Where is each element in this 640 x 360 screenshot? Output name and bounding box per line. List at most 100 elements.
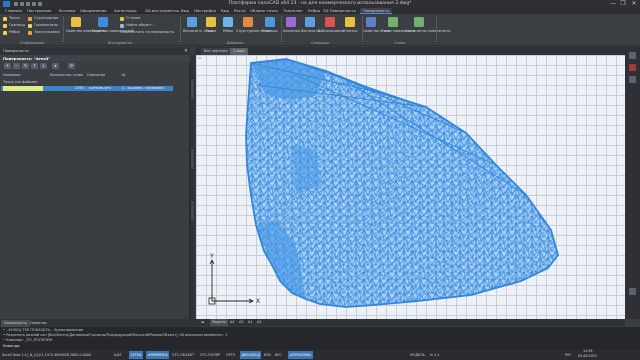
- ribbon-verticals[interactable]: Вертикали: [301, 29, 320, 33]
- side-tab-surface[interactable]: [190, 148, 195, 170]
- col-name[interactable]: Название: [3, 73, 21, 78]
- group-separator: [63, 16, 64, 42]
- marks-icon[interactable]: [345, 17, 355, 27]
- drawing-viewport[interactable]: Y X: [196, 55, 625, 319]
- ribbon-move-to-surface[interactable]: Переместить на поверхность: [120, 30, 174, 35]
- surface-properties-icon[interactable]: [71, 17, 81, 27]
- surface-styles-icon[interactable]: [388, 17, 398, 27]
- pan-icon[interactable]: [629, 76, 636, 83]
- tab-a1[interactable]: A1: [246, 319, 254, 326]
- ribbon-point-info[interactable]: О точке: [126, 16, 140, 21]
- ribbon-add-borders[interactable]: Границы: [261, 29, 279, 33]
- verticals-icon[interactable]: [305, 17, 315, 27]
- ribbon-lock[interactable]: Заблокировать: [318, 29, 344, 33]
- clock-date: 05.06.2023: [578, 354, 597, 358]
- ribbon-structural[interactable]: Структурные: [34, 16, 58, 21]
- group-separator: [436, 16, 437, 42]
- toggle-polar[interactable]: ОТС-ПОЛЯР: [200, 351, 220, 359]
- side-tab-properties[interactable]: [190, 78, 195, 100]
- toggle-dyn[interactable]: ДИН-ВВОД: [240, 351, 262, 359]
- ribbon-marks[interactable]: Отметки: [341, 29, 359, 33]
- space-indicator[interactable]: МОДЕЛЬ: [410, 351, 425, 359]
- ribbon-borders[interactable]: Границы: [9, 23, 25, 28]
- panel-close-icon[interactable]: ×: [182, 47, 190, 55]
- ribbon-isolines[interactable]: Изолинии: [283, 29, 300, 33]
- group-label-operations: Операции: [311, 41, 329, 45]
- up-icon[interactable]: ↑: [31, 63, 38, 69]
- row-count: 2395: [75, 86, 84, 90]
- filter-icon[interactable]: ▾: [52, 63, 59, 69]
- tab-drawing-2[interactable]: 2.dwg*: [230, 48, 249, 55]
- ribbon-label-styles[interactable]: Стили меток поверхности: [405, 29, 450, 33]
- ribbon-contours[interactable]: Горизонтали: [34, 23, 58, 28]
- maximize-button[interactable]: ❐: [618, 0, 628, 8]
- remove-icon[interactable]: −: [13, 63, 20, 69]
- surface-editor-icon[interactable]: [98, 17, 108, 27]
- tab-a4[interactable]: A4: [228, 319, 236, 326]
- mesh-surface: [246, 59, 558, 307]
- lock-icon[interactable]: [325, 17, 335, 27]
- add-edges-icon[interactable]: [223, 17, 233, 27]
- toggle-snap[interactable]: ШАГ: [114, 351, 122, 359]
- surface-title: Поверхность: "Area3": [0, 55, 190, 62]
- toggle-ortho[interactable]: ОРТО: [226, 351, 235, 359]
- tab-surface[interactable]: Поверхность: [1, 320, 30, 327]
- ribbon-add-points[interactable]: Точки: [203, 29, 219, 33]
- toggle-weight[interactable]: ВЕС: [275, 351, 282, 359]
- ribbon-find-object[interactable]: Найти объект...: [126, 23, 155, 28]
- label-styles-icon[interactable]: [414, 17, 424, 27]
- group-label-display: Отображение: [19, 41, 45, 45]
- col-id[interactable]: Id: [122, 73, 125, 78]
- right-toolbar: [625, 47, 640, 319]
- toggle-osnap[interactable]: оПРИВЯЗКА: [146, 351, 170, 359]
- zoom-icon[interactable]: [629, 288, 636, 295]
- ribbon-edges[interactable]: Рёбра: [9, 30, 20, 35]
- refresh-icon[interactable]: ⟳: [68, 63, 75, 69]
- viewport-label-icon[interactable]: ▭: [198, 56, 201, 60]
- tab-properties[interactable]: Свойства: [27, 320, 50, 327]
- tab-a2[interactable]: A2: [255, 319, 263, 326]
- close-window-button[interactable]: ✕: [629, 0, 639, 8]
- ribbon-structural-lines[interactable]: Структурные линии: [236, 29, 271, 33]
- add-borders-icon[interactable]: [265, 17, 275, 27]
- tab-model[interactable]: Модель: [210, 319, 228, 326]
- edit-icon[interactable]: ✎: [22, 63, 29, 69]
- col-point-count[interactable]: Количество точек: [50, 73, 83, 78]
- row-file: surfaces.xml: [89, 86, 111, 90]
- exclude-points-icon[interactable]: [187, 17, 197, 27]
- tool-icon[interactable]: [629, 64, 636, 71]
- ribbon-add-edges[interactable]: Рёбра: [220, 29, 236, 33]
- toggle-grid[interactable]: СЕТКА: [129, 351, 143, 359]
- viewcube-icon[interactable]: [629, 52, 636, 59]
- minimize-button[interactable]: —: [608, 0, 618, 8]
- annotation-scale[interactable]: m 1:1: [430, 351, 440, 359]
- toggle-hatch[interactable]: ШТРИХОВКА: [288, 351, 313, 359]
- toggle-iso[interactable]: ИЗО: [264, 351, 271, 359]
- col-description[interactable]: Описание: [87, 73, 105, 78]
- ribbon-triangles[interactable]: Треугольники: [34, 30, 60, 35]
- group-label-styles: Стили: [394, 41, 406, 45]
- ribbon-surface-properties[interactable]: Свойства поверхность: [66, 29, 105, 33]
- contours-icon: [28, 24, 32, 28]
- structural-lines-icon[interactable]: [243, 17, 253, 27]
- style-properties-icon[interactable]: [366, 17, 376, 27]
- ribbon-surface-styles[interactable]: Стили поверхности: [381, 29, 415, 33]
- toggle-otrack[interactable]: ОТС-ОБЪЕКТ: [172, 351, 194, 359]
- add-points-icon[interactable]: [206, 17, 216, 27]
- tab-all-drawings[interactable]: Все чертежи: [201, 48, 231, 55]
- ribbon-exclude-points[interactable]: Исключить точки: [183, 29, 213, 33]
- input-language[interactable]: РУС: [565, 351, 571, 359]
- add-icon[interactable]: +: [4, 63, 11, 69]
- ribbon-points[interactable]: Точки: [9, 16, 20, 21]
- side-tab-commands[interactable]: [190, 200, 195, 222]
- command-input[interactable]: Команда:: [3, 344, 20, 348]
- structural-icon: [28, 17, 32, 21]
- down-icon[interactable]: ↓: [40, 63, 47, 69]
- layout-prev-icon[interactable]: ◂▸: [199, 319, 206, 326]
- ribbon-surface-editor[interactable]: Редактор поверхностей: [92, 29, 134, 33]
- tree-root-points[interactable]: Точки (по файлам): [3, 80, 38, 85]
- tab-a3[interactable]: A3: [237, 319, 245, 326]
- isolines-icon[interactable]: [286, 17, 296, 27]
- ribbon-style-properties[interactable]: Свойства стиль: [363, 29, 390, 33]
- group-separator: [281, 16, 282, 42]
